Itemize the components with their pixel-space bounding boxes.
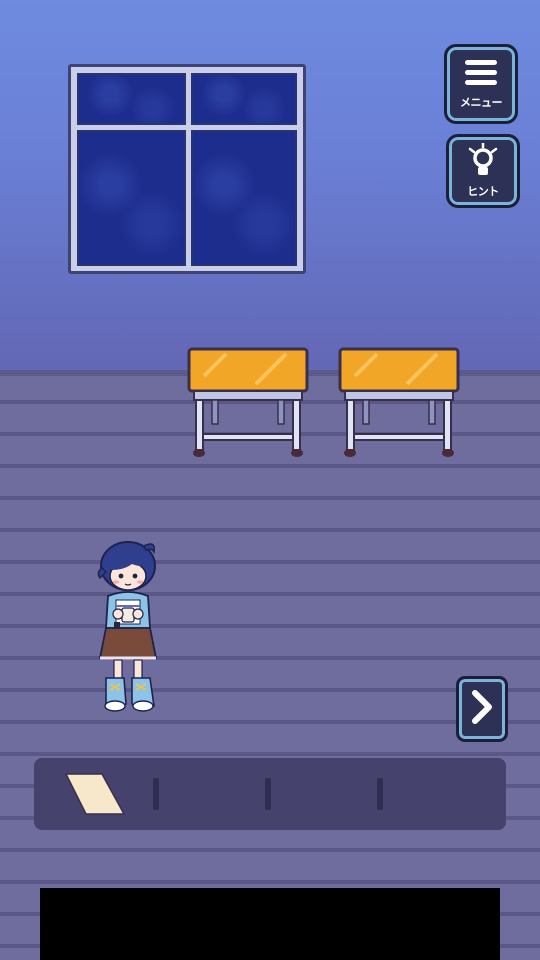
chevron-right-icon xyxy=(469,689,495,729)
window-pane xyxy=(191,73,297,125)
lightbulb-icon xyxy=(466,141,500,181)
inventory-slot-3[interactable] xyxy=(270,758,382,830)
menu-button[interactable]: メニュー xyxy=(444,44,518,124)
classroom-window[interactable] xyxy=(68,64,306,274)
inventory-slot-4[interactable] xyxy=(382,758,494,830)
next-room-button[interactable] xyxy=(456,676,508,742)
inventory-slot-2[interactable] xyxy=(158,758,270,830)
window-pane xyxy=(77,73,186,125)
paper-note-icon xyxy=(65,773,125,815)
hamburger-menu-icon xyxy=(463,58,499,92)
school-desk-left[interactable] xyxy=(186,346,310,460)
wooden-floor xyxy=(0,372,540,960)
game-scene: メニュー ヒント xyxy=(0,0,540,960)
window-pane xyxy=(77,130,186,266)
ad-banner-area xyxy=(40,888,500,960)
hint-label: ヒント xyxy=(467,185,499,198)
player-character[interactable] xyxy=(94,538,162,716)
school-desk-right[interactable] xyxy=(337,346,461,460)
inventory-bar xyxy=(34,758,506,830)
menu-label: メニュー xyxy=(460,96,503,109)
hint-button[interactable]: ヒント xyxy=(446,134,520,208)
window-pane xyxy=(191,130,297,266)
inventory-slot-1[interactable] xyxy=(34,758,146,830)
